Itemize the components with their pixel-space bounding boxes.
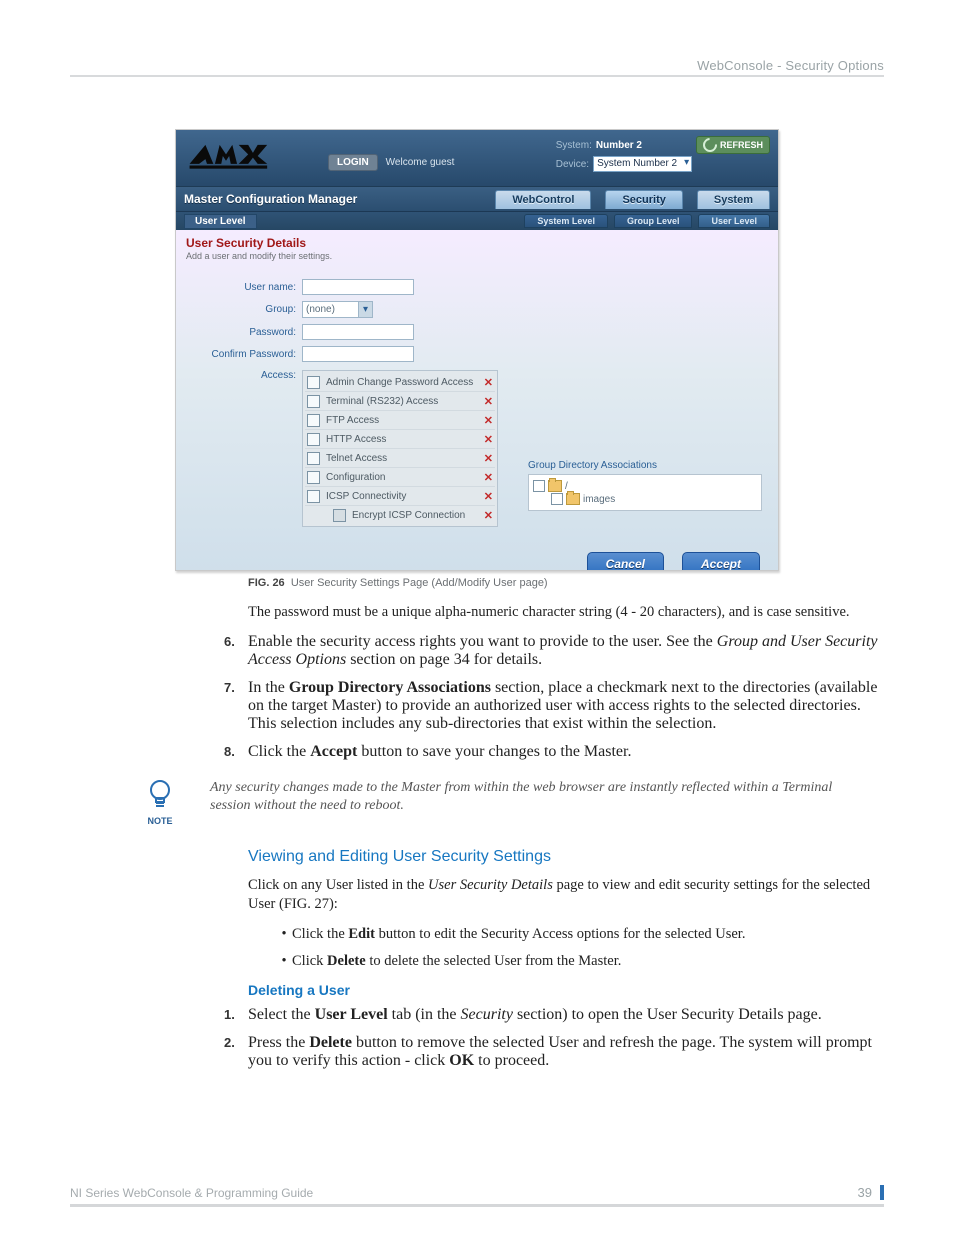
- access-item: FTP Access✕: [305, 411, 495, 430]
- gda-title: Group Directory Associations: [528, 460, 762, 471]
- label-access: Access:: [186, 370, 302, 381]
- label-group: Group:: [186, 304, 302, 315]
- access-list: Admin Change Password Access✕ Terminal (…: [302, 370, 498, 527]
- access-item: Encrypt ICSP Connection✕: [305, 506, 495, 524]
- checkbox[interactable]: [307, 452, 320, 465]
- step-number: 8.: [224, 743, 248, 761]
- footer-guide: NI Series WebConsole & Programming Guide: [70, 1186, 313, 1200]
- paragraph: Click on any User listed in the User Sec…: [248, 876, 884, 915]
- tab-security[interactable]: Security: [605, 190, 682, 209]
- checkbox[interactable]: [307, 433, 320, 446]
- refresh-icon: [700, 135, 720, 155]
- amx-logo: [176, 130, 328, 186]
- x-icon: ✕: [484, 509, 493, 522]
- subheading: Viewing and Editing User Security Settin…: [248, 848, 884, 866]
- step-text: Enable the security access rights you wa…: [248, 633, 884, 669]
- label-password: Password:: [186, 327, 302, 338]
- access-item: HTTP Access✕: [305, 430, 495, 449]
- bullet: • Click Delete to delete the selected Us…: [276, 952, 884, 972]
- welcome-text: Welcome guest: [386, 157, 455, 168]
- figure-caption: FIG. 26 User Security Settings Page (Add…: [248, 577, 884, 589]
- access-item: Telnet Access✕: [305, 449, 495, 468]
- access-item: Admin Change Password Access✕: [305, 373, 495, 392]
- checkbox[interactable]: [307, 376, 320, 389]
- lightbulb-icon: [147, 779, 173, 813]
- checkbox[interactable]: [307, 490, 320, 503]
- section-subtitle: Add a user and modify their settings.: [186, 251, 768, 261]
- chevron-down-icon: ▾: [358, 302, 372, 317]
- step-text: Click the Accept button to save your cha…: [248, 743, 884, 761]
- device-select[interactable]: System Number 2: [593, 156, 692, 172]
- device-label: Device:: [556, 159, 589, 170]
- note-text: Any security changes made to the Master …: [210, 779, 850, 817]
- access-item: Terminal (RS232) Access✕: [305, 392, 495, 411]
- step-number: 1.: [224, 1006, 248, 1024]
- checkbox[interactable]: [307, 414, 320, 427]
- step-number: 7.: [224, 679, 248, 733]
- x-icon: ✕: [484, 490, 493, 503]
- page-header: WebConsole - Security Options: [70, 58, 884, 77]
- checkbox[interactable]: [551, 493, 563, 505]
- label-confirm-password: Confirm Password:: [186, 349, 302, 360]
- system-device-block: System: Number 2 REFRESH Device: System …: [556, 130, 778, 186]
- gda-images: images: [583, 494, 615, 505]
- input-username[interactable]: [302, 279, 414, 295]
- section-title: User Security Details: [186, 236, 768, 250]
- access-item: Configuration✕: [305, 468, 495, 487]
- checkbox[interactable]: [333, 509, 346, 522]
- figure-screenshot: LOGIN Welcome guest System: Number 2 REF…: [175, 129, 779, 571]
- cancel-button[interactable]: Cancel: [587, 552, 664, 571]
- system-label: System:: [556, 140, 592, 151]
- x-icon: ✕: [484, 414, 493, 427]
- checkbox[interactable]: [533, 480, 545, 492]
- tab-webcontrol[interactable]: WebControl: [495, 190, 591, 209]
- folder-icon: [548, 480, 562, 492]
- accept-button[interactable]: Accept: [682, 552, 760, 571]
- note-block: NOTE Any security changes made to the Ma…: [140, 779, 884, 826]
- x-icon: ✕: [484, 376, 493, 389]
- access-item: ICSP Connectivity✕: [305, 487, 495, 506]
- paragraph: The password must be a unique alpha-nume…: [248, 603, 884, 623]
- refresh-button[interactable]: REFRESH: [696, 136, 770, 154]
- subtab-group-level[interactable]: Group Level: [614, 214, 693, 228]
- gda-root: /: [565, 481, 568, 492]
- checkbox[interactable]: [307, 471, 320, 484]
- input-password[interactable]: [302, 324, 414, 340]
- system-value: Number 2: [596, 140, 642, 151]
- step-text: Select the User Level tab (in the Securi…: [248, 1006, 884, 1024]
- group-directory-associations: Group Directory Associations / images: [528, 460, 762, 511]
- subtab-current: User Level: [184, 214, 257, 229]
- app-title: Master Configuration Manager: [184, 192, 357, 206]
- step-number: 6.: [224, 633, 248, 669]
- select-group[interactable]: (none)▾: [302, 301, 373, 318]
- subtab-system-level[interactable]: System Level: [524, 214, 608, 228]
- step-text: In the Group Directory Associations sect…: [248, 679, 884, 733]
- tab-system[interactable]: System: [697, 190, 770, 209]
- folder-icon: [566, 493, 580, 505]
- step-number: 2.: [224, 1034, 248, 1070]
- subheading: Deleting a User: [248, 982, 884, 998]
- footer-page-number: 39: [858, 1185, 884, 1200]
- checkbox[interactable]: [307, 395, 320, 408]
- x-icon: ✕: [484, 395, 493, 408]
- subtab-user-level[interactable]: User Level: [698, 214, 770, 228]
- login-button[interactable]: LOGIN: [328, 154, 378, 171]
- input-confirm-password[interactable]: [302, 346, 414, 362]
- x-icon: ✕: [484, 433, 493, 446]
- x-icon: ✕: [484, 452, 493, 465]
- page-footer: NI Series WebConsole & Programming Guide…: [70, 1185, 884, 1207]
- bullet: • Click the Edit button to edit the Secu…: [276, 925, 884, 945]
- step-text: Press the Delete button to remove the se…: [248, 1034, 884, 1070]
- label-username: User name:: [186, 282, 302, 293]
- x-icon: ✕: [484, 471, 493, 484]
- note-label: NOTE: [140, 816, 180, 826]
